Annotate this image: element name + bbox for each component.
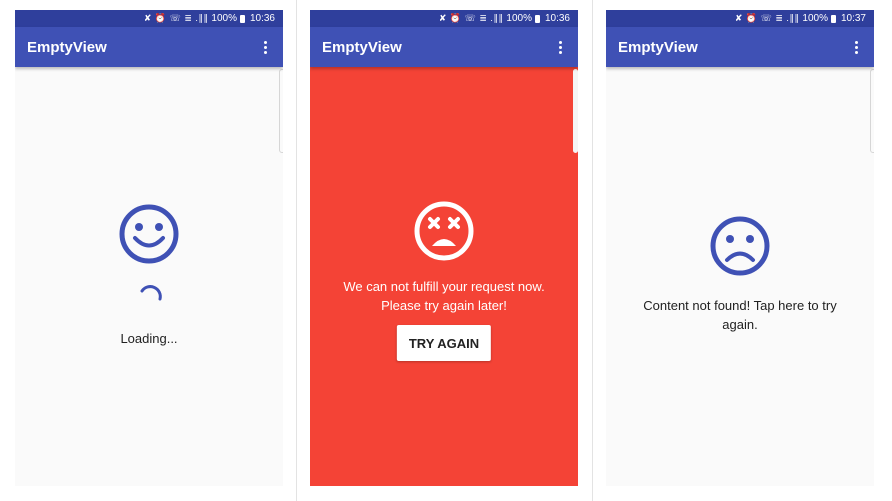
error-content-area: We can not fulfill your request now. Ple… [310,67,578,486]
smiley-face-icon [119,204,179,264]
loading-spinner-icon [140,285,162,301]
error-message-line2: Please try again later! [381,298,507,313]
battery-percent: 100% [802,13,828,24]
status-bar: ✘ ⏰ ☏ ≣ .∥∥ 100% 10:36 [310,10,578,27]
phone-screen-error: ✘ ⏰ ☏ ≣ .∥∥ 100% 10:36 EmptyView We can … [310,10,578,486]
content-area: Loading... [15,67,283,486]
app-title: EmptyView [618,38,698,56]
status-bar: ✘ ⏰ ☏ ≣ .∥∥ 100% 10:37 [606,10,874,27]
overflow-menu-icon[interactable] [851,37,862,58]
empty-message-line2[interactable]: again. [606,315,874,334]
status-icons: ✘ ⏰ ☏ ≣ .∥∥ [438,13,504,23]
app-title: EmptyView [27,38,107,56]
app-bar: EmptyView [15,27,283,67]
phone-screen-loading: ✘ ⏰ ☏ ≣ .∥∥ 100% 10:36 EmptyView Loading… [15,10,283,486]
try-again-button[interactable]: TRY AGAIN [396,325,492,361]
dead-face-icon [414,201,474,261]
battery-percent: 100% [506,13,532,24]
loading-message: Loading... [120,331,178,346]
panel-divider [296,0,297,501]
scroll-indicator [573,69,578,153]
panel-divider [592,0,593,501]
status-time: 10:36 [249,13,275,24]
app-bar: EmptyView [310,27,578,67]
scroll-indicator [870,69,874,153]
battery-icon [239,14,245,23]
battery-icon [830,14,836,23]
app-title: EmptyView [322,38,402,56]
empty-content-area[interactable]: Content not found! Tap here to try again… [606,67,874,486]
phone-screen-empty: ✘ ⏰ ☏ ≣ .∥∥ 100% 10:37 EmptyView Content… [606,10,874,486]
sad-face-icon [710,216,770,276]
status-icons: ✘ ⏰ ☏ ≣ .∥∥ [143,13,209,23]
status-time: 10:36 [544,13,570,24]
app-bar: EmptyView [606,27,874,67]
empty-message-line1[interactable]: Content not found! Tap here to try [606,296,874,315]
status-bar: ✘ ⏰ ☏ ≣ .∥∥ 100% 10:36 [15,10,283,27]
scroll-indicator [279,69,283,153]
status-icons: ✘ ⏰ ☏ ≣ .∥∥ [734,13,800,23]
status-time: 10:37 [840,13,866,24]
overflow-menu-icon[interactable] [555,37,566,58]
overflow-menu-icon[interactable] [260,37,271,58]
battery-percent: 100% [211,13,237,24]
battery-icon [534,14,540,23]
error-message-line1: We can not fulfill your request now. [343,279,545,294]
